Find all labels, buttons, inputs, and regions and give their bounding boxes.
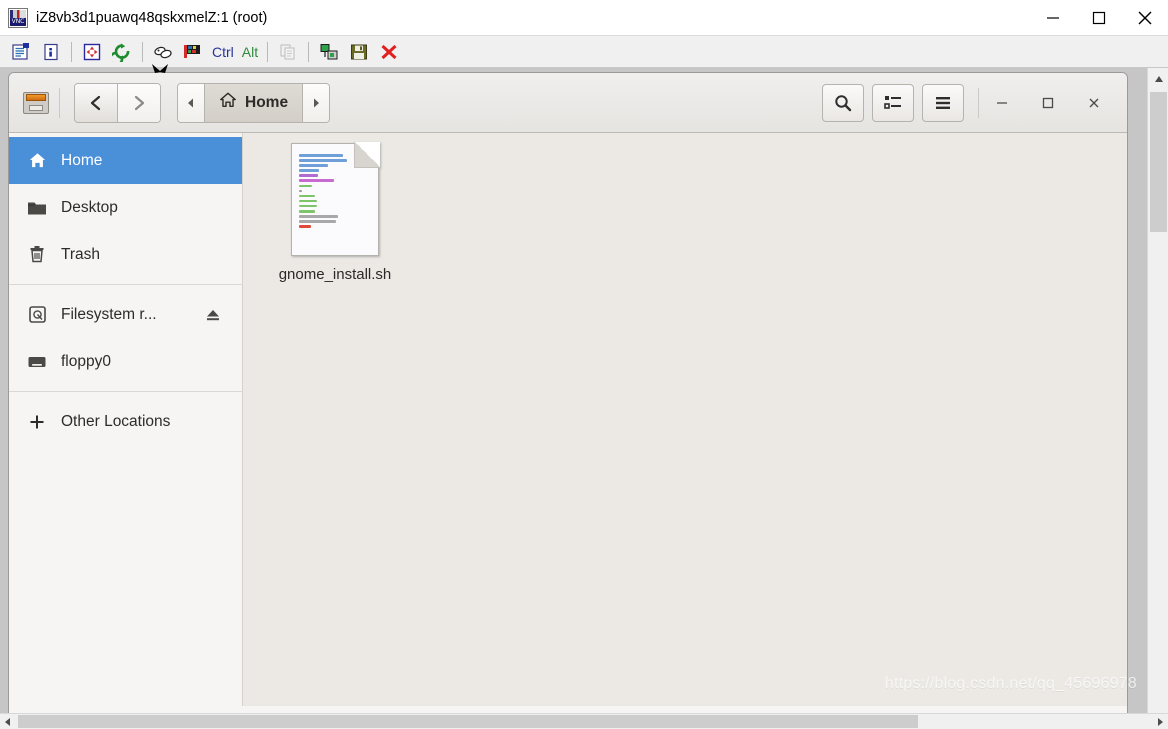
minimize-button[interactable] bbox=[1030, 0, 1076, 35]
sidebar-item-label: Home bbox=[61, 151, 103, 169]
header-right-controls bbox=[814, 73, 1117, 133]
hamburger-menu-icon[interactable] bbox=[922, 84, 964, 122]
drive-floppy-icon bbox=[27, 352, 47, 372]
sidebar-item-desktop[interactable]: Desktop bbox=[9, 184, 242, 231]
send-keys-icon[interactable] bbox=[149, 39, 177, 65]
trash-icon bbox=[27, 245, 47, 265]
save-icon[interactable] bbox=[345, 39, 373, 65]
file-transfer-icon[interactable] bbox=[315, 39, 343, 65]
vnc-window-controls bbox=[1030, 0, 1168, 35]
alt-key-button[interactable]: Alt bbox=[238, 44, 262, 60]
sidebar-separator bbox=[9, 284, 242, 285]
sidebar-item-other-locations[interactable]: Other Locations bbox=[9, 398, 242, 445]
breadcrumb: Home bbox=[177, 82, 331, 123]
nautilus-headerbar: Home bbox=[9, 73, 1127, 133]
refresh-icon[interactable] bbox=[108, 39, 136, 65]
eject-icon[interactable] bbox=[204, 306, 222, 324]
sidebar-item-trash[interactable]: Trash bbox=[9, 231, 242, 278]
thumbnail-line bbox=[299, 159, 348, 162]
vertical-scrollbar[interactable] bbox=[1147, 68, 1168, 713]
navigation-buttons bbox=[74, 82, 161, 123]
folder-icon bbox=[27, 198, 47, 218]
scroll-left-button[interactable] bbox=[0, 714, 16, 729]
file-item[interactable]: gnome_install.sh bbox=[265, 142, 405, 283]
sidebar-item-label: Trash bbox=[61, 245, 101, 263]
thumbnail-line bbox=[299, 179, 335, 182]
drive-harddisk-icon bbox=[27, 305, 47, 325]
path-scroll-left-icon[interactable] bbox=[178, 83, 204, 122]
search-icon[interactable] bbox=[822, 84, 864, 122]
text-script-thumbnail bbox=[291, 142, 380, 256]
nautilus-footer bbox=[9, 706, 1127, 713]
toolbar-separator bbox=[267, 41, 269, 62]
screen: VNC iZ8vb3d1puawq48qskxmelZ:1 (root) Ctr… bbox=[0, 0, 1168, 729]
thumbnail-line bbox=[299, 169, 320, 172]
header-divider bbox=[59, 87, 60, 118]
thumbnail-line bbox=[299, 174, 318, 177]
vnc-titlebar: VNC iZ8vb3d1puawq48qskxmelZ:1 (root) bbox=[0, 0, 1168, 35]
maximize-button[interactable] bbox=[1076, 0, 1122, 35]
thumbnail-line bbox=[299, 189, 302, 193]
close-button[interactable] bbox=[1122, 0, 1168, 35]
thumbnail-line bbox=[299, 154, 343, 157]
thumbnail-line bbox=[299, 194, 316, 198]
connection-info-icon[interactable] bbox=[37, 39, 65, 65]
thumbnail-line bbox=[299, 220, 336, 223]
breadcrumb-label: Home bbox=[245, 93, 289, 111]
scroll-right-button[interactable] bbox=[1152, 714, 1168, 729]
toolbar-separator bbox=[142, 41, 143, 62]
home-icon bbox=[219, 91, 237, 114]
thumbnail-line bbox=[299, 184, 313, 188]
ctrl-alt-del-icon[interactable] bbox=[179, 39, 207, 65]
sidebar-item-filesystem-root[interactable]: Filesystem r... bbox=[9, 291, 242, 338]
thumbnail-line bbox=[299, 215, 339, 218]
nautilus-close-button[interactable] bbox=[1071, 83, 1117, 123]
places-sidebar: Home Desktop Trash Filesystem r... flopp… bbox=[9, 133, 243, 713]
nautilus-maximize-button[interactable] bbox=[1025, 83, 1071, 123]
sidebar-item-floppy0[interactable]: floppy0 bbox=[9, 338, 242, 385]
thumbnail-line bbox=[299, 210, 316, 213]
breadcrumb-item-home[interactable]: Home bbox=[204, 83, 304, 122]
nautilus-minimize-button[interactable] bbox=[979, 83, 1025, 123]
sidebar-item-label: Desktop bbox=[61, 198, 118, 216]
file-list-area[interactable]: gnome_install.sh bbox=[243, 133, 1127, 713]
path-scroll-right-icon[interactable] bbox=[303, 83, 330, 122]
vnc-toolbar: Ctrl Alt bbox=[0, 35, 1168, 68]
copy-icon bbox=[274, 39, 302, 65]
thumbnail-line bbox=[299, 164, 329, 167]
horizontal-scrollbar[interactable] bbox=[0, 713, 1168, 729]
vnc-icon: VNC bbox=[8, 7, 28, 28]
nautilus-window: Home Home Desktop Trash Filesystem r... … bbox=[8, 72, 1128, 713]
thumbnail-lines bbox=[299, 154, 372, 230]
fullscreen-icon[interactable] bbox=[78, 39, 106, 65]
plus-icon bbox=[27, 412, 47, 432]
horizontal-scrollbar-thumb[interactable] bbox=[18, 715, 918, 728]
thumbnail-line bbox=[299, 204, 317, 208]
sidebar-item-label: floppy0 bbox=[61, 352, 111, 370]
list-view-icon[interactable] bbox=[872, 84, 914, 122]
file-name-label: gnome_install.sh bbox=[278, 266, 392, 283]
sidebar-separator bbox=[9, 391, 242, 392]
sidebar-item-home[interactable]: Home bbox=[9, 137, 242, 184]
window-title: iZ8vb3d1puawq48qskxmelZ:1 (root) bbox=[36, 9, 268, 26]
connection-options-icon[interactable] bbox=[7, 39, 35, 65]
thumbnail-line bbox=[299, 225, 311, 228]
nautilus-body: Home Desktop Trash Filesystem r... flopp… bbox=[9, 133, 1127, 713]
places-sidebar-toggle-icon[interactable] bbox=[23, 91, 49, 114]
vertical-scrollbar-thumb[interactable] bbox=[1150, 92, 1167, 232]
home-icon bbox=[27, 151, 47, 171]
scroll-up-button[interactable] bbox=[1148, 68, 1168, 89]
forward-arrow-icon[interactable] bbox=[118, 83, 160, 122]
disconnect-icon[interactable] bbox=[375, 39, 403, 65]
back-arrow-icon[interactable] bbox=[75, 83, 118, 122]
sidebar-item-label: Other Locations bbox=[61, 412, 171, 430]
toolbar-separator bbox=[308, 41, 310, 62]
sidebar-item-label: Filesystem r... bbox=[61, 305, 157, 323]
vnc-remote-desktop[interactable]: Home Home Desktop Trash Filesystem r... … bbox=[0, 68, 1147, 713]
vnc-icon-top bbox=[10, 9, 26, 18]
vnc-icon-badge: VNC bbox=[10, 17, 26, 26]
thumbnail-line bbox=[299, 199, 317, 203]
ctrl-key-button[interactable]: Ctrl bbox=[208, 44, 238, 60]
toolbar-separator bbox=[71, 41, 72, 62]
